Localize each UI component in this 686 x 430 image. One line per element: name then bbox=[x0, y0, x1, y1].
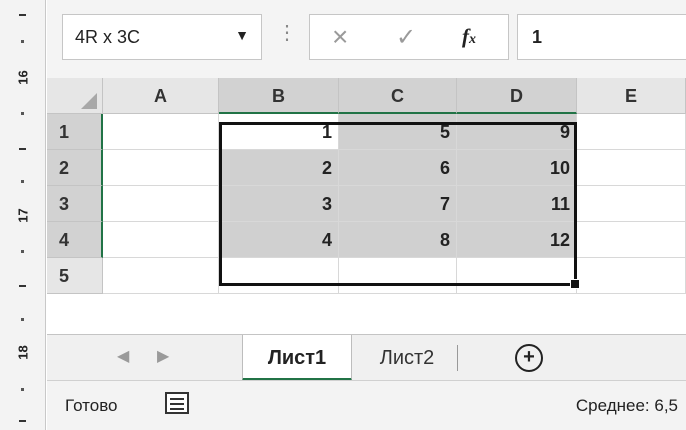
row-header-5[interactable]: 5 bbox=[47, 258, 103, 294]
cell-b1[interactable]: 1 bbox=[219, 114, 339, 150]
formula-bar: 4R x 3C ▼ ⋮ × ✓ fx 1 bbox=[47, 0, 686, 78]
row-header-1[interactable]: 1 bbox=[47, 114, 103, 150]
worksheet-grid: A B C D E 1 2 3 4 5 1 5 9 2 6 10 3 7 11 … bbox=[47, 78, 686, 334]
scroll-right-icon[interactable]: ▶ bbox=[157, 346, 169, 366]
check-icon[interactable]: ✓ bbox=[396, 23, 416, 52]
caret-down-icon[interactable]: ▼ bbox=[235, 27, 249, 43]
cell-b5[interactable] bbox=[219, 258, 339, 294]
cell-c4[interactable]: 8 bbox=[339, 222, 457, 258]
drag-handle-icon[interactable]: ⋮ bbox=[277, 20, 297, 45]
cell-d5[interactable] bbox=[457, 258, 577, 294]
fx-label: f bbox=[462, 24, 469, 48]
row-header-4[interactable]: 4 bbox=[47, 222, 103, 258]
macro-icon-line bbox=[170, 398, 184, 400]
row-header-2[interactable]: 2 bbox=[47, 150, 103, 186]
close-icon[interactable]: × bbox=[332, 21, 348, 53]
ruler-tick bbox=[19, 285, 26, 287]
cell-a1[interactable] bbox=[103, 114, 219, 150]
status-bar: Готово Среднее: 6,5 bbox=[47, 380, 686, 430]
cell-b3[interactable]: 3 bbox=[219, 186, 339, 222]
fx-sub: x bbox=[469, 32, 476, 47]
sheet-tab-1[interactable]: Лист1 bbox=[242, 335, 352, 381]
ruler-tick bbox=[19, 420, 26, 422]
cell-e3[interactable] bbox=[577, 186, 686, 222]
column-header-c[interactable]: C bbox=[339, 78, 457, 114]
ruler-label-18: 18 bbox=[15, 345, 31, 360]
cell-c1[interactable]: 5 bbox=[339, 114, 457, 150]
ruler-dot bbox=[21, 180, 24, 183]
ruler-dot bbox=[21, 388, 24, 391]
ruler-dot bbox=[21, 40, 24, 43]
macro-icon-line bbox=[170, 403, 184, 405]
excel-window: 4R x 3C ▼ ⋮ × ✓ fx 1 A B C D E 1 2 3 4 5… bbox=[47, 0, 686, 430]
ruler-tick bbox=[19, 14, 26, 16]
name-box-value: 4R x 3C bbox=[75, 27, 141, 47]
formula-value: 1 bbox=[532, 27, 543, 47]
ruler-tick bbox=[19, 148, 26, 150]
cell-a4[interactable] bbox=[103, 222, 219, 258]
column-header-e[interactable]: E bbox=[577, 78, 686, 114]
status-ready: Готово bbox=[65, 396, 118, 415]
cell-a2[interactable] bbox=[103, 150, 219, 186]
cell-d1[interactable]: 9 bbox=[457, 114, 577, 150]
column-header-a[interactable]: A bbox=[103, 78, 219, 114]
vertical-ruler: 16 17 18 bbox=[0, 0, 46, 430]
cell-b2[interactable]: 2 bbox=[219, 150, 339, 186]
macro-icon-line bbox=[170, 408, 184, 410]
cell-a5[interactable] bbox=[103, 258, 219, 294]
formula-input[interactable]: 1 bbox=[517, 14, 686, 60]
cell-e1[interactable] bbox=[577, 114, 686, 150]
cell-e2[interactable] bbox=[577, 150, 686, 186]
plus-circle-icon[interactable]: + bbox=[515, 344, 543, 372]
tab-separator bbox=[457, 345, 458, 371]
ruler-dot bbox=[21, 112, 24, 115]
cell-d2[interactable]: 10 bbox=[457, 150, 577, 186]
cell-a3[interactable] bbox=[103, 186, 219, 222]
ruler-label-17: 17 bbox=[15, 208, 31, 223]
cell-b4[interactable]: 4 bbox=[219, 222, 339, 258]
cell-c2[interactable]: 6 bbox=[339, 150, 457, 186]
cell-d4[interactable]: 12 bbox=[457, 222, 577, 258]
column-header-b[interactable]: B bbox=[219, 78, 339, 114]
name-box[interactable]: 4R x 3C ▼ bbox=[62, 14, 262, 60]
insert-function-icon[interactable]: fx bbox=[462, 24, 476, 49]
sheet-tab-bar: ◀ ▶ Лист1 Лист2 + bbox=[47, 334, 686, 381]
status-average: Среднее: 6,5 bbox=[575, 396, 678, 415]
macro-record-icon[interactable] bbox=[165, 392, 189, 414]
cell-d3[interactable]: 11 bbox=[457, 186, 577, 222]
ruler-dot bbox=[21, 250, 24, 253]
ruler-dot bbox=[21, 318, 24, 321]
select-all-triangle-icon bbox=[81, 93, 97, 109]
ruler-label-16: 16 bbox=[15, 70, 31, 85]
row-header-3[interactable]: 3 bbox=[47, 186, 103, 222]
select-all-button[interactable] bbox=[47, 78, 103, 114]
cell-e5[interactable] bbox=[577, 258, 686, 294]
fill-handle[interactable] bbox=[570, 279, 580, 289]
cell-c3[interactable]: 7 bbox=[339, 186, 457, 222]
cell-e4[interactable] bbox=[577, 222, 686, 258]
column-header-d[interactable]: D bbox=[457, 78, 577, 114]
cell-c5[interactable] bbox=[339, 258, 457, 294]
sheet-tab-2[interactable]: Лист2 bbox=[357, 335, 457, 381]
formula-buttons: × ✓ fx bbox=[309, 14, 509, 60]
scroll-left-icon[interactable]: ◀ bbox=[117, 346, 129, 366]
